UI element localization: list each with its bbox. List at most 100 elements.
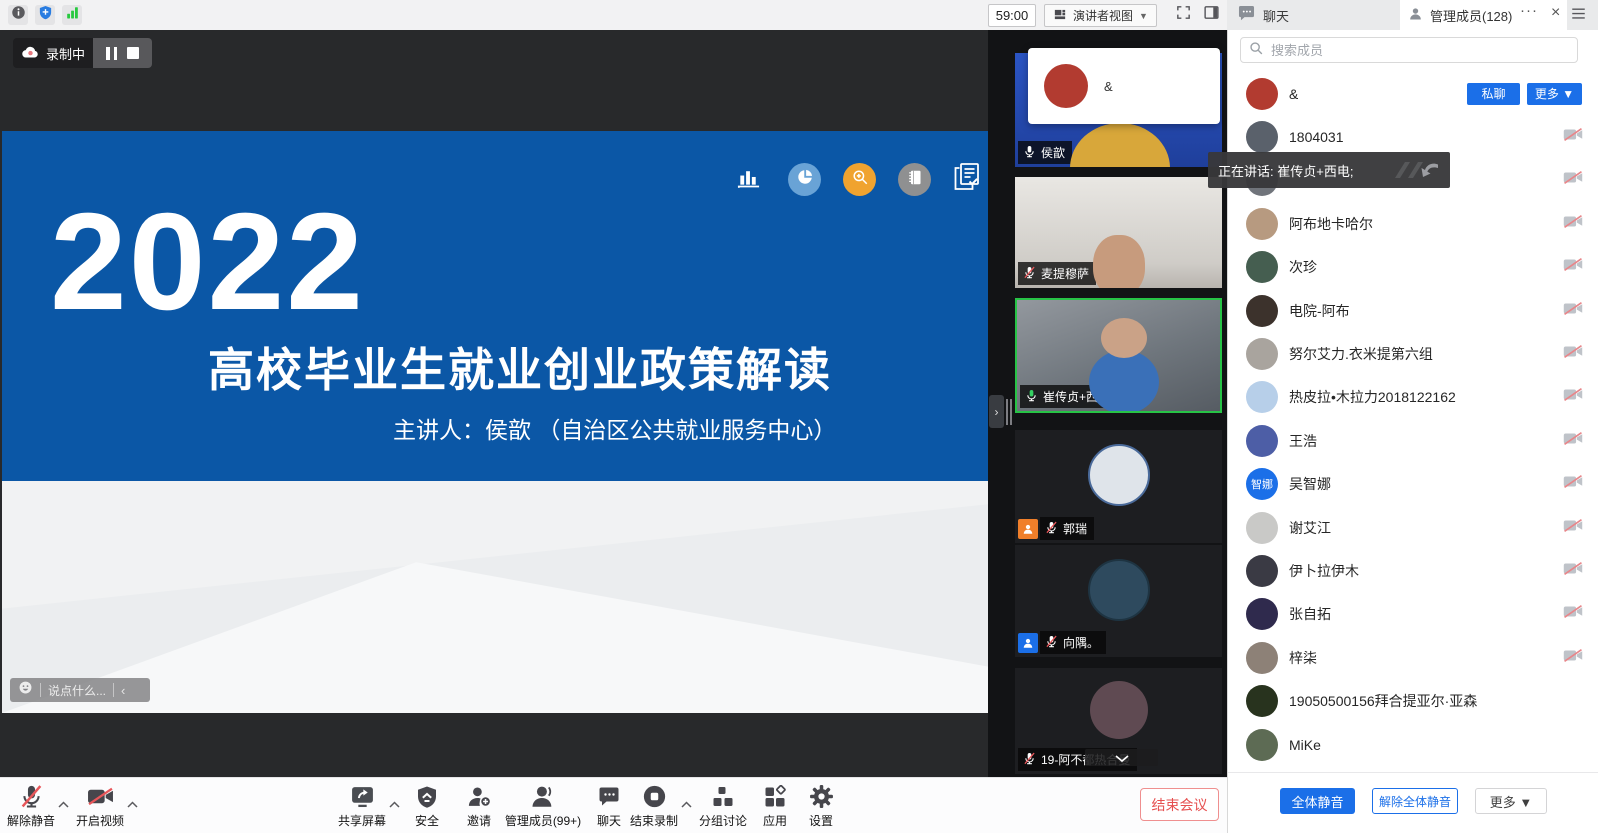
- panel-more-button[interactable]: ···: [1520, 2, 1538, 19]
- video-tile[interactable]: 向隅。: [1015, 545, 1222, 657]
- member-row[interactable]: 阿布地卡哈尔: [1228, 202, 1598, 245]
- presentation-slide: 2022 高校毕业生就业创业政策解读 主讲人：侯歆 （自治区公共就业服务中心）: [2, 131, 988, 713]
- tab-chat[interactable]: 聊天: [1237, 0, 1289, 30]
- speaking-toast: 正在讲话: 崔传贞+西电;: [1208, 152, 1450, 188]
- member-row[interactable]: 电院-阿布: [1228, 289, 1598, 332]
- avatar: [1246, 251, 1278, 283]
- toolbar-item-label: 邀请: [467, 812, 491, 829]
- camera-off-icon: [1563, 128, 1583, 147]
- participant-avatar: [1088, 444, 1150, 506]
- hamburger-menu-icon[interactable]: [1571, 7, 1586, 25]
- tile-name-label: 麦提穆萨: [1018, 262, 1096, 285]
- camera-off-icon: [1563, 258, 1583, 277]
- member-row[interactable]: 19050500156拜合提亚尔·亚森: [1228, 679, 1598, 722]
- video-tile[interactable]: 崔传贞+西电: [1015, 298, 1222, 413]
- emoji-icon[interactable]: [18, 680, 33, 700]
- avatar: [1246, 598, 1278, 630]
- avatar: [1246, 78, 1278, 110]
- stop-recording-button[interactable]: [127, 47, 139, 59]
- member-row[interactable]: 努尔艾力.衣米提第六组: [1228, 332, 1598, 375]
- toolbar-item-camera-off[interactable]: 开启视频: [55, 783, 145, 829]
- member-row[interactable]: 伊卜拉伊木: [1228, 549, 1598, 592]
- caret-up-icon[interactable]: [127, 795, 138, 813]
- divider: [40, 683, 41, 697]
- participant-avatar: [1090, 681, 1148, 739]
- expand-strip-handle[interactable]: ›: [989, 395, 1004, 428]
- security-status-icon[interactable]: [35, 5, 55, 25]
- member-name: 吴智娜: [1289, 474, 1331, 494]
- private-chat-button[interactable]: 私聊: [1467, 83, 1520, 105]
- video-tile[interactable]: 麦提穆萨: [1015, 177, 1222, 288]
- toolbar-item-label: 共享屏幕: [338, 812, 386, 829]
- chat-bubble-icon: [1237, 4, 1256, 26]
- toolbar-item-label: 开启视频: [76, 812, 124, 829]
- meeting-info-icon[interactable]: [8, 5, 28, 25]
- mic-speaking-icon: [1025, 389, 1038, 405]
- invite-icon: [467, 783, 492, 810]
- collapse-chat-icon[interactable]: ‹: [121, 683, 125, 698]
- scroll-down-tiles-button[interactable]: [1085, 749, 1158, 766]
- member-row[interactable]: 王浩: [1228, 419, 1598, 462]
- member-row[interactable]: MiKe: [1228, 723, 1598, 766]
- avatar: [1246, 685, 1278, 717]
- divider: [113, 683, 114, 697]
- tab-manage-members[interactable]: 管理成员(128): [1400, 0, 1567, 30]
- member-row[interactable]: 谢艾江: [1228, 506, 1598, 549]
- tile-name-label: 郭瑞: [1018, 517, 1094, 540]
- footer-more-button[interactable]: 更多 ▼: [1475, 788, 1547, 814]
- member-row[interactable]: 热皮拉•木拉力2018122162: [1228, 376, 1598, 419]
- member-name: MiKe: [1289, 737, 1321, 753]
- participant-name: 侯歆: [1041, 144, 1065, 161]
- toolbar-item-settings[interactable]: 设置: [776, 783, 866, 829]
- bar-chart-icon: [735, 164, 762, 194]
- member-row[interactable]: &私聊更多 ▼: [1228, 72, 1598, 115]
- member-row[interactable]: 智娜吴智娜: [1228, 463, 1598, 506]
- chat-tab-label: 聊天: [1263, 6, 1289, 25]
- toolbar-item-label: 设置: [809, 812, 833, 829]
- network-signal-icon[interactable]: [62, 5, 82, 25]
- participant-name: 崔传贞+西电: [1043, 388, 1110, 405]
- role-badge-icon: [1018, 519, 1038, 539]
- unmute-all-button[interactable]: 解除全体静音: [1372, 788, 1458, 814]
- bottom-toolbar: 解除静音开启视频共享屏幕安全邀请管理成员(99+)聊天结束录制分组讨论应用设置 …: [0, 777, 1227, 833]
- drag-handle[interactable]: [1006, 399, 1008, 425]
- role-badge-icon: [1018, 633, 1038, 653]
- participant-name: 向隅。: [1063, 634, 1099, 651]
- pause-recording-button[interactable]: [106, 47, 117, 60]
- camera-off-icon: [1563, 214, 1583, 233]
- drag-handle[interactable]: [1010, 399, 1012, 425]
- member-row[interactable]: 次珍: [1228, 246, 1598, 289]
- panel-footer-divider: [1228, 772, 1598, 773]
- fullscreen-button[interactable]: [1172, 5, 1194, 25]
- avatar: [1246, 121, 1278, 153]
- search-input[interactable]: [1269, 42, 1569, 59]
- camera-off-icon: [1563, 648, 1583, 667]
- mute-all-button[interactable]: 全体静音: [1280, 788, 1355, 814]
- panel-close-button[interactable]: ×: [1551, 4, 1560, 22]
- end-meeting-button[interactable]: 结束会议: [1140, 788, 1219, 821]
- member-search-box[interactable]: [1240, 37, 1578, 63]
- camera-off-icon: [1563, 345, 1583, 364]
- member-row[interactable]: 张自拓: [1228, 593, 1598, 636]
- view-mode-button[interactable]: 演讲者视图 ▼: [1044, 4, 1157, 27]
- chat-quick-bar[interactable]: 说点什么... ‹: [10, 678, 150, 702]
- members-icon: [530, 783, 556, 810]
- view-mode-label: 演讲者视图: [1073, 7, 1133, 24]
- chat-input-placeholder[interactable]: 说点什么...: [48, 682, 106, 699]
- toolbar-item-label: 结束录制: [630, 812, 678, 829]
- mic-muted-icon: [1045, 635, 1058, 651]
- member-more-button[interactable]: 更多 ▼: [1527, 83, 1582, 105]
- avatar: [1246, 208, 1278, 240]
- recording-status: 录制中: [13, 38, 93, 68]
- avatar: [1246, 642, 1278, 674]
- member-row[interactable]: 梓柒: [1228, 636, 1598, 679]
- stop-record-icon: [642, 783, 667, 810]
- avatar: [1246, 338, 1278, 370]
- side-panel-toggle-button[interactable]: [1200, 5, 1222, 25]
- member-name: &: [1104, 79, 1113, 94]
- member-name: 谢艾江: [1289, 518, 1331, 538]
- camera-off-icon: [1563, 301, 1583, 320]
- video-tile[interactable]: 郭瑞: [1015, 430, 1222, 543]
- avatar: [1246, 512, 1278, 544]
- member-name: 梓柒: [1289, 648, 1317, 668]
